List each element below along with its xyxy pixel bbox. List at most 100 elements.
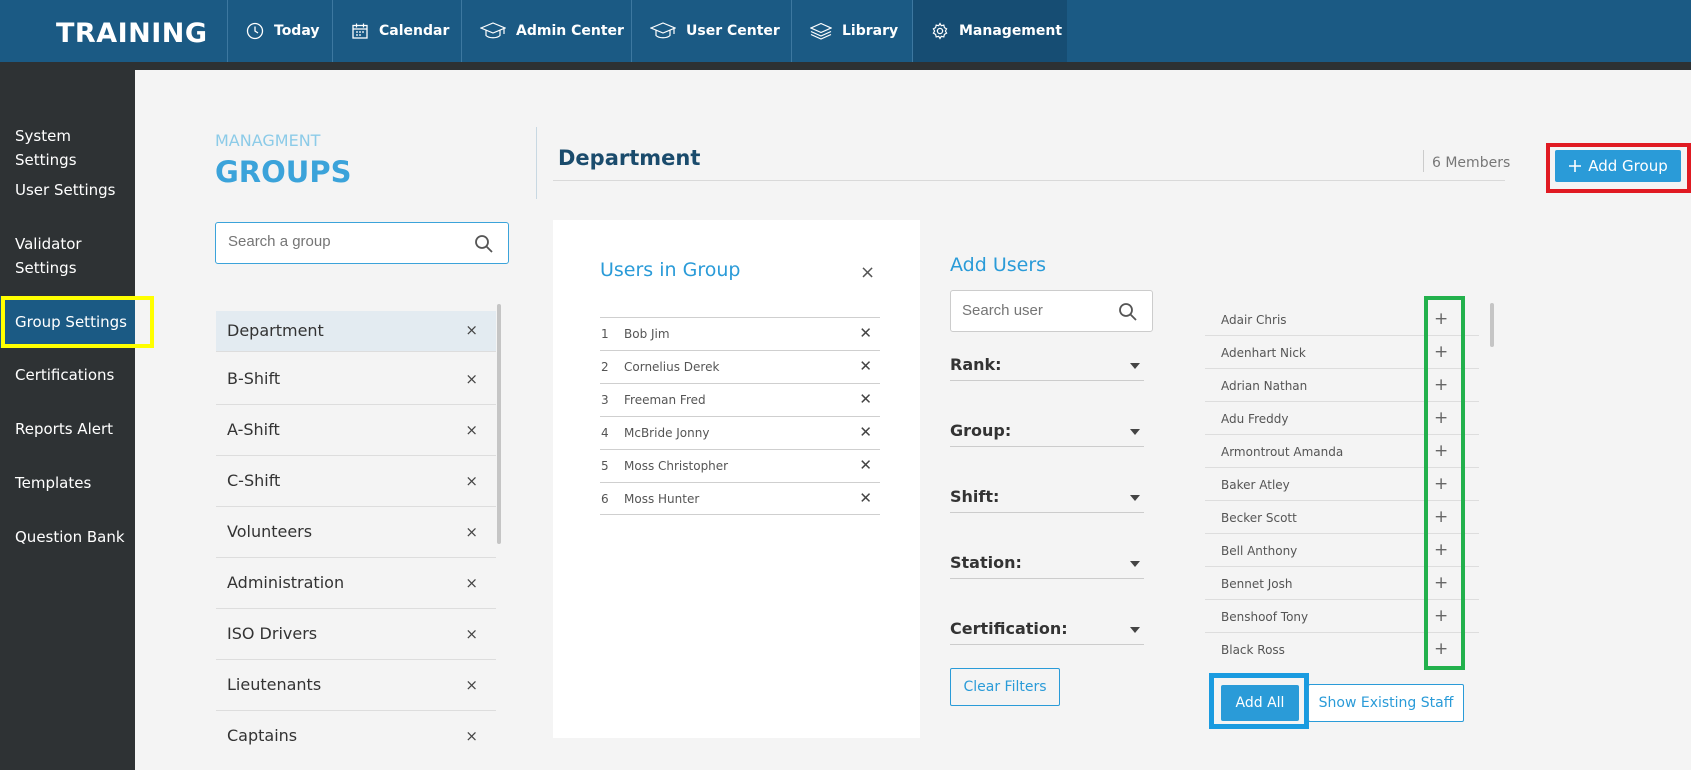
certification-filter-select[interactable]: Certification: — [950, 615, 1144, 645]
shift-filter-select[interactable]: Shift: — [950, 483, 1144, 513]
group-item-captains[interactable]: Captains × — [216, 712, 496, 762]
candidate-name: Bell Anthony — [1221, 544, 1298, 558]
group-item-volunteers[interactable]: Volunteers × — [216, 508, 496, 558]
sidebar: System Settings User Settings Validator … — [0, 70, 135, 770]
user-row-name: Bob Jim — [624, 327, 670, 341]
nav-admin-center-label: Admin Center — [516, 23, 624, 39]
gear-icon — [932, 22, 948, 40]
group-item-b-shift[interactable]: B-Shift × — [216, 355, 496, 405]
remove-group-icon[interactable]: × — [465, 523, 478, 541]
user-row-name: Moss Hunter — [624, 492, 700, 506]
candidate-name: Adu Freddy — [1221, 412, 1289, 426]
nav-library[interactable]: Library — [791, 0, 912, 62]
caret-down-icon — [1130, 627, 1140, 633]
highlight-box-red — [1546, 143, 1691, 193]
sidebar-item-label: Templates — [15, 474, 92, 492]
group-item-a-shift[interactable]: A-Shift × — [216, 406, 496, 456]
group-detail-title: Department — [558, 146, 701, 170]
group-filter-select[interactable]: Group: — [950, 417, 1144, 447]
remove-group-icon[interactable]: × — [465, 370, 478, 388]
sidebar-item-system-settings[interactable]: System Settings — [0, 124, 135, 172]
group-list-scrollbar[interactable] — [497, 304, 501, 544]
sidebar-item-question-bank[interactable]: Question Bank — [0, 525, 135, 549]
station-filter-select[interactable]: Station: — [950, 549, 1144, 579]
remove-group-icon[interactable]: × — [465, 727, 478, 745]
user-row-name: Cornelius Derek — [624, 360, 720, 374]
group-item-iso-drivers[interactable]: ISO Drivers × — [216, 610, 496, 660]
candidate-name: Benshoof Tony — [1221, 610, 1309, 624]
group-item-label: Captains — [227, 726, 298, 745]
nav-management[interactable]: Management — [912, 0, 1067, 62]
nav-today-label: Today — [274, 23, 320, 39]
topbar-divider — [0, 62, 1691, 70]
group-item-department[interactable]: Department × — [216, 311, 496, 352]
group-item-lieutenants[interactable]: Lieutenants × — [216, 661, 496, 711]
sidebar-item-label: Validator Settings — [15, 235, 82, 277]
users-list-end-divider — [600, 514, 880, 515]
sidebar-item-reports-alert[interactable]: Reports Alert — [0, 417, 135, 441]
layers-icon — [810, 22, 832, 40]
sidebar-item-label: Question Bank — [15, 528, 125, 546]
remove-user-icon[interactable]: ✕ — [859, 324, 872, 342]
remove-user-icon[interactable]: ✕ — [859, 456, 872, 474]
group-item-label: ISO Drivers — [227, 624, 318, 643]
remove-group-icon[interactable]: × — [465, 676, 478, 694]
remove-group-icon[interactable]: × — [465, 321, 478, 339]
remove-user-icon[interactable]: ✕ — [859, 423, 872, 441]
candidate-name: Black Ross — [1221, 643, 1285, 657]
remove-user-icon[interactable]: ✕ — [859, 489, 872, 507]
calendar-icon — [352, 23, 368, 39]
search-icon[interactable] — [474, 234, 494, 254]
group-item-c-shift[interactable]: C-Shift × — [216, 457, 496, 507]
candidate-name: Adair Chris — [1221, 313, 1287, 327]
group-item-administration[interactable]: Administration × — [216, 559, 496, 609]
highlight-box-yellow — [1, 296, 154, 348]
group-item-label: Administration — [227, 573, 345, 592]
search-icon[interactable] — [1118, 302, 1138, 322]
group-item-label: A-Shift — [227, 420, 280, 439]
group-user-row: 1 Bob Jim ✕ — [600, 317, 880, 350]
user-row-number: 3 — [601, 393, 609, 407]
clear-filters-button[interactable]: Clear Filters — [950, 668, 1060, 706]
sidebar-item-templates[interactable]: Templates — [0, 471, 135, 495]
candidate-list-scrollbar[interactable] — [1490, 303, 1494, 347]
page-title: GROUPS — [215, 155, 352, 189]
nav-management-label: Management — [959, 23, 1063, 39]
nav-calendar-label: Calendar — [379, 23, 450, 39]
filter-label: Group: — [950, 421, 1012, 440]
nav-today[interactable]: Today — [227, 0, 332, 62]
users-in-group-title: Users in Group — [600, 259, 741, 281]
group-search-input[interactable] — [228, 233, 458, 250]
caret-down-icon — [1130, 429, 1140, 435]
sidebar-item-certifications[interactable]: Certifications — [0, 363, 135, 387]
nav-user-center-label: User Center — [686, 23, 780, 39]
show-existing-staff-button[interactable]: Show Existing Staff — [1308, 684, 1464, 722]
user-search-input[interactable] — [962, 302, 1112, 319]
sidebar-item-validator-settings[interactable]: Validator Settings — [0, 232, 110, 280]
rank-filter-select[interactable]: Rank: — [950, 351, 1144, 381]
close-icon[interactable]: × — [860, 262, 875, 283]
nav-admin-center[interactable]: Admin Center — [461, 0, 631, 62]
remove-group-icon[interactable]: × — [465, 625, 478, 643]
candidate-name: Armontrout Amanda — [1221, 445, 1344, 459]
group-search-box[interactable] — [215, 222, 509, 264]
group-user-row: 2 Cornelius Derek ✕ — [600, 350, 880, 383]
user-search-box[interactable] — [950, 290, 1153, 332]
sidebar-item-user-settings[interactable]: User Settings — [0, 178, 135, 202]
candidate-name: Adrian Nathan — [1221, 379, 1308, 393]
user-row-number: 4 — [601, 426, 609, 440]
detail-header-divider — [553, 180, 1505, 181]
caret-down-icon — [1130, 495, 1140, 501]
group-item-label: B-Shift — [227, 369, 281, 388]
remove-group-icon[interactable]: × — [465, 574, 478, 592]
remove-group-icon[interactable]: × — [465, 421, 478, 439]
group-user-row: 6 Moss Hunter ✕ — [600, 482, 880, 515]
remove-group-icon[interactable]: × — [465, 472, 478, 490]
remove-user-icon[interactable]: ✕ — [859, 390, 872, 408]
filter-label: Shift: — [950, 487, 1000, 506]
remove-user-icon[interactable]: ✕ — [859, 357, 872, 375]
candidate-name: Baker Atley — [1221, 478, 1290, 492]
nav-calendar[interactable]: Calendar — [332, 0, 461, 62]
candidate-name: Adenhart Nick — [1221, 346, 1306, 360]
nav-user-center[interactable]: User Center — [631, 0, 791, 62]
